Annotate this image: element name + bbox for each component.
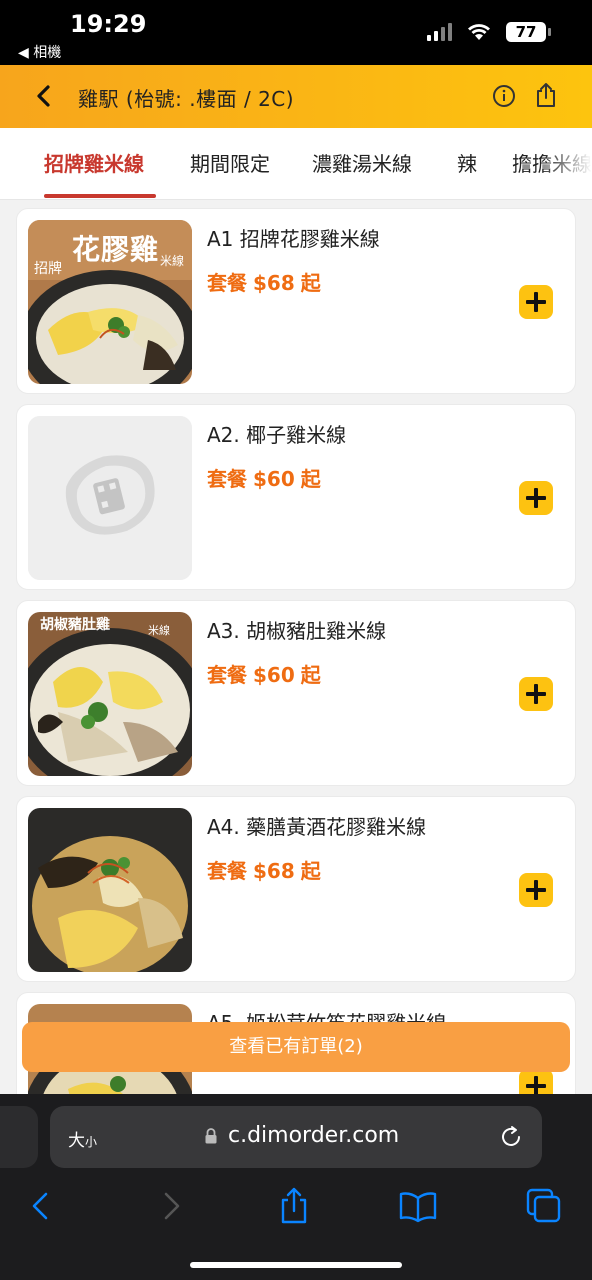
dish-price: 套餐 $60 起 bbox=[207, 663, 321, 687]
add-item-button[interactable] bbox=[519, 677, 553, 711]
menu-item-card[interactable]: A2. 椰子雞米線 套餐 $60 起 bbox=[16, 404, 576, 590]
text-size-button[interactable]: 大小 bbox=[68, 1126, 97, 1151]
placeholder-icon bbox=[28, 416, 192, 580]
menu-list: 花膠雞 招牌 米線 A1 招牌花膠雞米線 套餐 $68 起 A2. 椰子雞米線 套餐… bbox=[0, 200, 592, 1095]
category-tabs: 招牌雞米線 期間限定 濃雞湯米線 辣 擔擔米線 bbox=[0, 128, 592, 200]
dish-image: 胡椒豬肚雞 米線 bbox=[28, 612, 192, 776]
status-bar: 19:29 ◀ 相機 77 bbox=[0, 0, 592, 65]
info-icon[interactable] bbox=[492, 84, 516, 108]
image-side-text: 米線 bbox=[160, 254, 185, 268]
back-to-camera-link[interactable]: ◀ 相機 bbox=[18, 42, 61, 62]
browser-toolbar: 大小 c.dimorder.com bbox=[0, 1094, 592, 1280]
app-header: 雞駅 (枱號: .樓面 / 2C) bbox=[0, 65, 592, 128]
add-item-button[interactable] bbox=[519, 481, 553, 515]
share-icon[interactable] bbox=[534, 81, 558, 109]
home-indicator bbox=[190, 1262, 402, 1268]
tab-spicy[interactable]: 辣 bbox=[457, 148, 477, 177]
menu-item-card[interactable]: 胡椒豬肚雞 米線 A3. 胡椒豬肚雞米線 套餐 $60 起 bbox=[16, 600, 576, 786]
dish-name: A2. 椰子雞米線 bbox=[207, 423, 347, 447]
dish-name: A4. 藥膳黃酒花膠雞米線 bbox=[207, 815, 427, 839]
add-item-button[interactable] bbox=[519, 873, 553, 907]
active-tab-indicator bbox=[44, 194, 156, 198]
status-time: 19:29 bbox=[70, 10, 147, 38]
dish-image: 花膠雞 招牌 米線 bbox=[28, 220, 192, 384]
url-text: c.dimorder.com bbox=[228, 1123, 400, 1148]
dish-name: A3. 胡椒豬肚雞米線 bbox=[207, 619, 387, 643]
dish-image bbox=[28, 808, 192, 972]
page-title: 雞駅 (枱號: .樓面 / 2C) bbox=[78, 87, 295, 111]
reload-icon[interactable] bbox=[498, 1124, 524, 1150]
tab-limited[interactable]: 期間限定 bbox=[190, 148, 270, 177]
tab-chicken-soup[interactable]: 濃雞湯米線 bbox=[312, 148, 412, 177]
share-sheet-icon[interactable] bbox=[274, 1186, 314, 1226]
lock-icon bbox=[205, 1128, 217, 1144]
dish-price: 套餐 $68 起 bbox=[207, 859, 321, 883]
image-banner-text: 胡椒豬肚雞 bbox=[40, 617, 110, 633]
add-item-button[interactable] bbox=[519, 1069, 553, 1095]
wifi-icon bbox=[468, 24, 490, 40]
image-banner-text: 花膠雞 bbox=[72, 233, 160, 266]
menu-item-card[interactable]: A4. 藥膳黃酒花膠雞米線 套餐 $68 起 bbox=[16, 796, 576, 982]
image-side-text: 招牌 bbox=[34, 261, 62, 277]
forward-icon[interactable] bbox=[150, 1186, 190, 1226]
previous-tab-preview[interactable] bbox=[0, 1106, 38, 1168]
tabs-icon[interactable] bbox=[524, 1186, 564, 1226]
dish-price: 套餐 $60 起 bbox=[207, 467, 321, 491]
dish-price: 套餐 $68 起 bbox=[207, 271, 321, 295]
tabs-fade bbox=[542, 128, 592, 199]
dish-image bbox=[28, 416, 192, 580]
back-icon[interactable] bbox=[22, 1186, 62, 1226]
back-arrow-icon[interactable] bbox=[30, 81, 58, 111]
bookmarks-icon[interactable] bbox=[398, 1186, 438, 1226]
battery-icon: 77 bbox=[506, 22, 551, 42]
add-item-button[interactable] bbox=[519, 285, 553, 319]
tab-signature[interactable]: 招牌雞米線 bbox=[44, 148, 144, 177]
view-orders-button[interactable]: 查看已有訂單(2) bbox=[22, 1022, 570, 1072]
dish-name: A1 招牌花膠雞米線 bbox=[207, 227, 380, 251]
status-indicators: 77 bbox=[427, 22, 551, 42]
menu-item-card[interactable]: 花膠雞 招牌 米線 A1 招牌花膠雞米線 套餐 $68 起 bbox=[16, 208, 576, 394]
bowl-icon bbox=[28, 808, 192, 972]
address-bar[interactable]: 大小 c.dimorder.com bbox=[50, 1106, 542, 1168]
signal-icon bbox=[427, 23, 452, 41]
image-side-text: 米線 bbox=[148, 624, 170, 637]
